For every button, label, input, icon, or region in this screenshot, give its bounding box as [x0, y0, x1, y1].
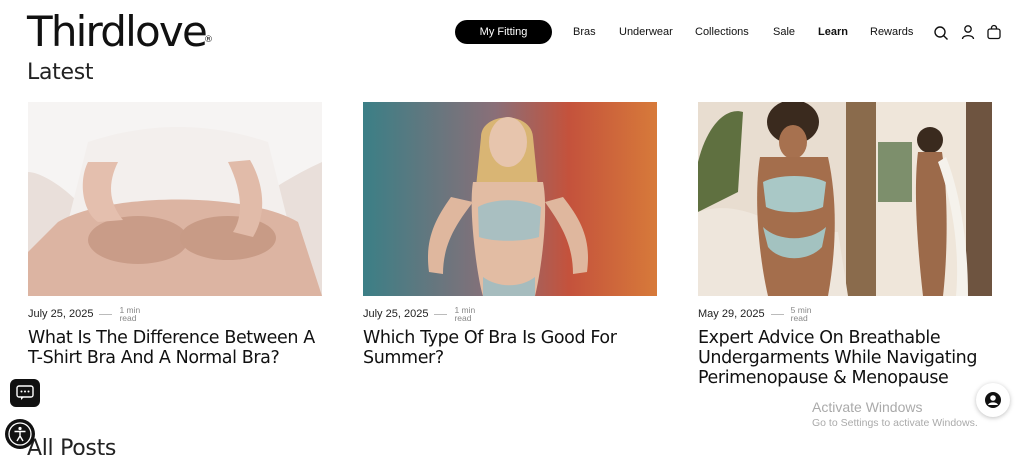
watermark-subtitle: Go to Settings to activate Windows. [812, 417, 978, 429]
meta-divider [434, 313, 448, 315]
chat-icon [16, 385, 34, 400]
article-meta: May 29, 2025 5 min read [698, 305, 992, 323]
nav-sale[interactable]: Sale [773, 20, 795, 44]
floating-account-button[interactable] [976, 383, 1010, 417]
nav-rewards[interactable]: Rewards [870, 20, 913, 44]
article-card[interactable]: May 29, 2025 5 min read Expert Advice On… [698, 102, 992, 388]
all-posts-heading: All Posts [27, 436, 117, 455]
meta-divider [770, 313, 784, 315]
account-icon[interactable] [960, 24, 976, 40]
nav-my-fitting-room[interactable]: My Fitting Room [455, 20, 552, 62]
article-card[interactable]: July 25, 2025 1 min read What Is The Dif… [28, 102, 322, 368]
nav-collections[interactable]: Collections [695, 20, 749, 44]
accessibility-icon [8, 422, 32, 446]
logo-text: Thirdlove [27, 7, 208, 56]
article-title[interactable]: Expert Advice On Breathable Undergarment… [698, 328, 992, 388]
user-circle-icon [985, 392, 1001, 408]
article-image-summer-bra[interactable] [363, 102, 657, 296]
article-image-menopause[interactable] [698, 102, 992, 296]
read-time-unit: read [790, 313, 808, 323]
article-date: July 25, 2025 [28, 308, 94, 320]
read-time-unit: read [454, 313, 472, 323]
read-time: 5 min read [790, 306, 812, 323]
accessibility-button[interactable] [5, 419, 35, 449]
read-time: 1 min read [119, 306, 140, 323]
article-date: May 29, 2025 [698, 308, 765, 320]
search-icon[interactable] [933, 25, 949, 41]
windows-activation-watermark: Activate Windows Go to Settings to activ… [812, 399, 978, 429]
latest-heading: Latest [27, 60, 94, 85]
article-meta: July 25, 2025 1 min read [363, 305, 657, 323]
meta-divider [99, 313, 113, 315]
chat-button[interactable] [10, 379, 40, 407]
bag-icon[interactable] [986, 24, 1002, 40]
article-title[interactable]: Which Type Of Bra Is Good For Summer? [363, 328, 657, 368]
logo[interactable]: Thirdlove ® [27, 6, 213, 58]
registered-mark: ® [204, 35, 213, 45]
nav-underwear[interactable]: Underwear [619, 20, 673, 44]
nav-bras[interactable]: Bras [573, 20, 596, 44]
article-image-tshirt-bra[interactable] [28, 102, 322, 296]
article-title[interactable]: What Is The Difference Between A T-Shirt… [28, 328, 322, 368]
article-date: July 25, 2025 [363, 308, 429, 320]
read-time-unit: read [119, 313, 137, 323]
article-meta: July 25, 2025 1 min read [28, 305, 322, 323]
main-nav: My Fitting Room Bras Underwear Collectio… [455, 20, 913, 62]
article-card[interactable]: July 25, 2025 1 min read Which Type Of B… [363, 102, 657, 368]
site-header: Thirdlove ® My Fitting Room Bras Underwea… [0, 0, 1024, 62]
nav-learn[interactable]: Learn [818, 20, 848, 44]
read-time: 1 min read [454, 306, 475, 323]
watermark-title: Activate Windows [812, 399, 923, 415]
